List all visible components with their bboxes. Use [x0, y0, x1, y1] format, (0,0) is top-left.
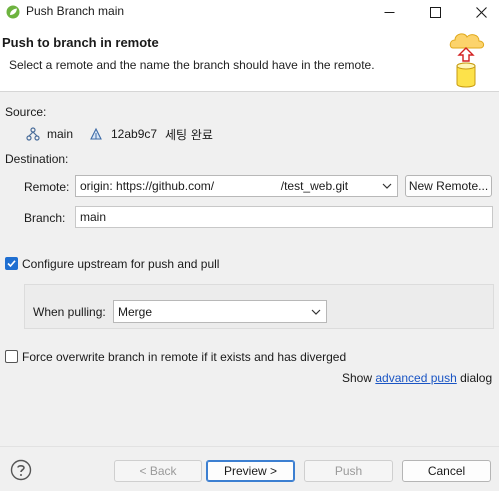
configure-upstream-label: Configure upstream for push and pull — [22, 257, 220, 271]
page-title: Push to branch in remote — [2, 35, 159, 50]
new-remote-button[interactable]: New Remote... — [405, 175, 492, 197]
remote-label: Remote: — [24, 180, 70, 194]
source-branch: main — [47, 127, 74, 141]
page-description: Select a remote and the name the branch … — [9, 58, 375, 72]
branch-input[interactable]: main — [75, 206, 493, 228]
source-label: Source: — [5, 105, 47, 119]
remote-select[interactable]: origin: https://github.com/ /test_web.gi… — [75, 175, 398, 197]
preview-button[interactable]: Preview > — [206, 460, 295, 482]
force-overwrite-label: Force overwrite branch in remote if it e… — [22, 350, 347, 364]
branch-label: Branch: — [24, 211, 66, 225]
advanced-push-row: Show advanced push dialog — [342, 371, 492, 385]
minimize-button[interactable] — [366, 0, 412, 24]
cloud-upload-repository-icon — [449, 33, 485, 88]
configure-upstream-checkbox[interactable] — [5, 257, 18, 270]
force-overwrite-checkbox[interactable] — [5, 350, 18, 363]
footer-divider — [0, 446, 499, 447]
chevron-down-icon — [382, 183, 392, 189]
advanced-push-link[interactable]: advanced push — [375, 371, 456, 385]
cancel-button[interactable]: Cancel — [402, 460, 491, 482]
destination-label: Destination: — [5, 152, 69, 166]
when-pulling-select[interactable]: Merge — [113, 300, 327, 323]
commit-icon — [90, 127, 102, 140]
minimize-icon — [384, 11, 394, 13]
branch-icon — [26, 127, 40, 141]
maximize-button[interactable] — [412, 0, 458, 24]
commit-id: 12ab9c7 — [111, 127, 158, 141]
close-button[interactable] — [458, 0, 499, 24]
check-icon — [7, 260, 16, 268]
maximize-icon — [429, 6, 441, 18]
remote-select-value: origin: https://github.com/ /test_web.gi… — [80, 179, 349, 193]
advanced-prefix: Show — [342, 371, 376, 385]
spring-leaf-icon — [6, 5, 20, 19]
window-title: Push Branch main — [26, 4, 125, 18]
advanced-suffix: dialog — [456, 371, 493, 385]
back-button[interactable]: < Back — [114, 460, 202, 482]
close-icon — [475, 6, 487, 18]
chevron-down-icon — [311, 309, 321, 315]
when-pulling-label: When pulling: — [33, 305, 106, 319]
wizard-header: Push to branch in remote Select a remote… — [0, 24, 499, 92]
when-pulling-value: Merge — [118, 304, 153, 319]
title-bar: Push Branch main — [0, 0, 499, 24]
push-button[interactable]: Push — [304, 460, 393, 482]
help-icon[interactable] — [10, 459, 32, 481]
commit-message: 세팅 완료 — [165, 128, 213, 142]
